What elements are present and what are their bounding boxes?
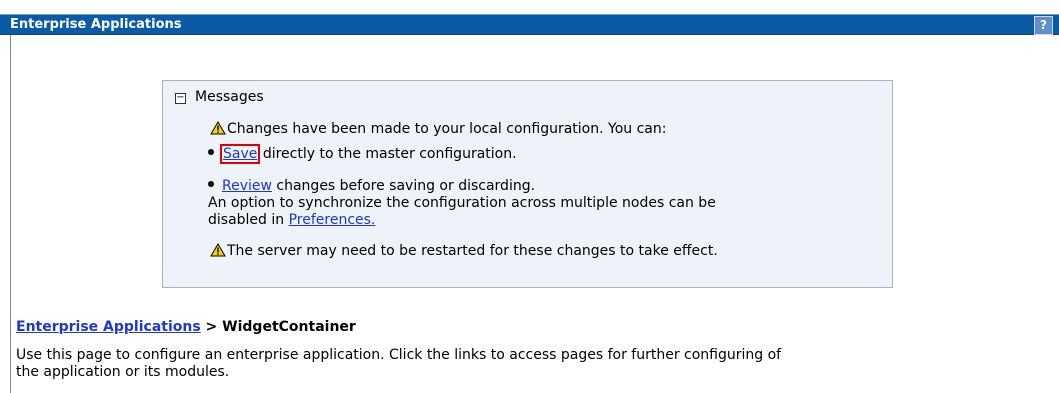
- window-titlebar: Enterprise Applications ?: [0, 14, 1059, 35]
- bullet: [208, 181, 214, 187]
- bullet: [208, 149, 214, 155]
- description-line2: the application or its modules.: [16, 364, 230, 380]
- messages-title: Messages: [195, 89, 264, 105]
- sync-text-prefix: disabled in: [208, 212, 289, 228]
- warning-icon: [210, 121, 226, 135]
- warning-message-changes: Changes have been made to your local con…: [210, 121, 666, 137]
- collapse-icon[interactable]: −: [175, 93, 186, 104]
- review-line: Review changes before saving or discardi…: [208, 178, 535, 194]
- warning-icon: [210, 243, 226, 257]
- breadcrumb: Enterprise Applications > WidgetContaine…: [16, 319, 356, 335]
- sync-text-line2: disabled in Preferences.: [208, 212, 375, 228]
- left-border: [10, 35, 11, 393]
- save-line-text: directly to the master configuration.: [258, 146, 517, 162]
- save-line: Save directly to the master configuratio…: [208, 144, 517, 164]
- warning-text-restart: The server may need to be restarted for …: [227, 243, 718, 259]
- warning-message-restart: The server may need to be restarted for …: [210, 243, 718, 259]
- messages-panel: − Messages Changes have been made to you…: [162, 80, 893, 288]
- review-link[interactable]: Review: [222, 178, 272, 194]
- review-line-text: changes before saving or discarding.: [271, 178, 536, 194]
- breadcrumb-separator: >: [200, 319, 223, 335]
- save-link[interactable]: Save: [219, 144, 261, 164]
- breadcrumb-link-enterprise-applications[interactable]: Enterprise Applications: [16, 319, 201, 335]
- page-description: Use this page to configure an enterprise…: [16, 347, 1046, 381]
- preferences-link[interactable]: Preferences.: [289, 212, 376, 228]
- warning-text-changes: Changes have been made to your local con…: [227, 121, 667, 137]
- page-title: Enterprise Applications: [10, 17, 182, 32]
- help-icon[interactable]: ?: [1034, 16, 1053, 35]
- description-line1: Use this page to configure an enterprise…: [16, 347, 782, 363]
- breadcrumb-current: WidgetContainer: [222, 319, 356, 335]
- sync-text-line1: An option to synchronize the configurati…: [208, 195, 716, 211]
